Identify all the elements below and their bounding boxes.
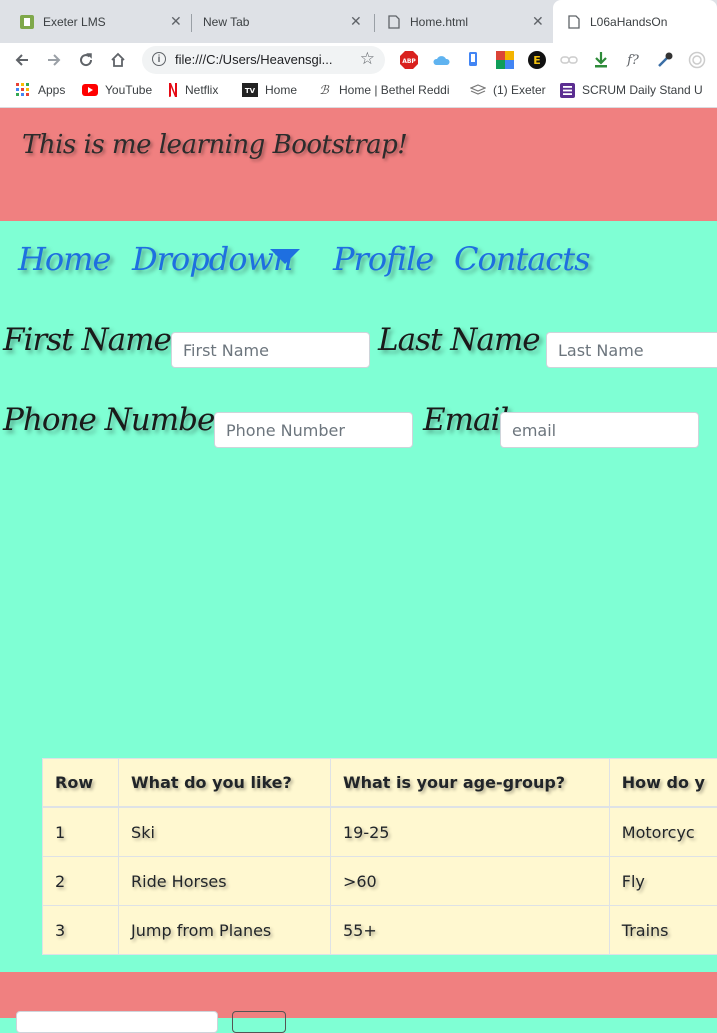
e-extension-icon[interactable]: E — [528, 51, 546, 69]
tab-exeter-lms[interactable]: Exeter LMS ✕ — [0, 0, 190, 43]
info-icon[interactable]: i — [152, 52, 166, 66]
forward-arrow-icon[interactable] — [42, 48, 66, 72]
adblock-icon[interactable]: ABP — [400, 51, 418, 69]
tab-title: L06aHandsOn — [590, 15, 667, 29]
table-cell: 1 — [43, 807, 119, 857]
list-icon — [559, 83, 575, 97]
tab-title: Home.html — [410, 15, 468, 29]
bethel-icon: ℬ — [316, 83, 332, 97]
bookmark-youtube[interactable]: YouTube — [82, 83, 152, 97]
column-header-travel: How do y — [609, 759, 717, 808]
target-extension-icon[interactable] — [688, 51, 706, 69]
phone-number-label: Phone Number — [3, 402, 228, 438]
page-header: This is me learning Bootstrap! — [0, 108, 717, 221]
tab-l06ahandson[interactable]: L06aHandsOn — [553, 0, 717, 43]
dropdown-caret-icon[interactable] — [270, 249, 300, 264]
table-cell: Fly — [609, 857, 717, 906]
svg-text:TV: TV — [245, 87, 256, 95]
document-icon — [387, 15, 401, 29]
page-footer — [0, 972, 717, 1018]
bookmark-label: YouTube — [105, 83, 152, 97]
bookmark-label: Netflix — [185, 83, 218, 97]
download-extension-icon[interactable] — [592, 51, 610, 69]
eyedropper-icon[interactable] — [656, 51, 674, 69]
exeter-favicon — [20, 15, 34, 29]
nav-contacts-link[interactable]: Contacts — [454, 240, 590, 278]
table-header-row: Row What do you like? What is your age-g… — [43, 759, 717, 808]
table-row: 1 Ski 19-25 Motorcyc — [43, 807, 717, 857]
column-header-row: Row — [43, 759, 119, 808]
bookmark-label: Home — [265, 83, 297, 97]
address-bar[interactable]: i file:///C:/Users/Heavensgi... ☆ — [142, 46, 385, 74]
apps-grid-icon — [15, 83, 31, 97]
bookmark-exeter[interactable]: (1) Exeter — [470, 83, 546, 97]
bookmark-netflix[interactable]: Netflix — [168, 83, 218, 97]
page-title: This is me learning Bootstrap! — [22, 130, 407, 160]
table-cell: >60 — [330, 857, 609, 906]
bookmark-label: Apps — [38, 83, 65, 97]
table-cell: Ski — [119, 807, 331, 857]
bookmark-label: SCRUM Daily Stand U — [582, 83, 703, 97]
close-icon[interactable]: ✕ — [532, 13, 544, 30]
email-input[interactable] — [500, 412, 699, 448]
youtube-icon — [82, 83, 98, 97]
font-finder-icon[interactable]: f? — [624, 51, 642, 69]
reload-icon[interactable] — [74, 48, 98, 72]
bookmark-apps[interactable]: Apps — [15, 83, 65, 97]
tab-home-html[interactable]: Home.html ✕ — [375, 0, 552, 43]
table-cell: Jump from Planes — [119, 906, 331, 955]
table-cell: 2 — [43, 857, 119, 906]
close-icon[interactable]: ✕ — [350, 13, 362, 30]
table-cell: Trains — [609, 906, 717, 955]
phone-extension-icon[interactable] — [464, 51, 482, 69]
color-grid-icon[interactable] — [496, 51, 514, 69]
survey-table: Row What do you like? What is your age-g… — [42, 758, 717, 955]
table-row: 3 Jump from Planes 55+ Trains — [43, 906, 717, 955]
table-cell: 3 — [43, 906, 119, 955]
bookmark-home[interactable]: TV Home — [242, 83, 297, 97]
stack-icon — [470, 83, 486, 97]
bookmark-label: Home | Bethel Reddi — [339, 83, 450, 97]
tab-new-tab[interactable]: New Tab ✕ — [192, 0, 374, 43]
bookmark-star-icon[interactable]: ☆ — [360, 49, 375, 69]
last-name-input[interactable] — [546, 332, 717, 368]
tv-icon: TV — [242, 83, 258, 97]
email-label: Email — [423, 402, 508, 438]
browser-toolbar: i file:///C:/Users/Heavensgi... ☆ ABP E … — [0, 43, 717, 76]
browser-tab-strip: Exeter LMS ✕ New Tab ✕ Home.html ✕ L06aH… — [0, 0, 717, 43]
nav-dropdown-link[interactable]: Dropdown — [132, 240, 292, 278]
table-cell: 19-25 — [330, 807, 609, 857]
tab-title: New Tab — [203, 15, 249, 29]
bookmark-label: (1) Exeter — [493, 83, 546, 97]
column-header-like: What do you like? — [119, 759, 331, 808]
footer-input[interactable] — [16, 1011, 218, 1033]
nav-profile-link[interactable]: Profile — [333, 240, 433, 278]
table-row: 2 Ride Horses >60 Fly — [43, 857, 717, 906]
nav-home-link[interactable]: Home — [18, 240, 110, 278]
table-cell: Ride Horses — [119, 857, 331, 906]
bookmarks-bar: Apps YouTube Netflix TV Home ℬ Home | Be… — [0, 76, 717, 108]
first-name-label: First Name — [3, 322, 171, 358]
first-name-input[interactable] — [171, 332, 370, 368]
back-arrow-icon[interactable] — [10, 48, 34, 72]
table-cell: 55+ — [330, 906, 609, 955]
document-icon — [567, 15, 581, 29]
phone-number-input[interactable] — [214, 412, 413, 448]
bookmark-bethel[interactable]: ℬ Home | Bethel Reddi — [316, 83, 450, 97]
last-name-label: Last Name — [378, 322, 540, 358]
close-icon[interactable]: ✕ — [170, 13, 182, 30]
link-extension-icon[interactable] — [560, 51, 578, 69]
svg-text:E: E — [533, 54, 541, 67]
tab-title: Exeter LMS — [43, 15, 106, 29]
column-header-age-group: What is your age-group? — [330, 759, 609, 808]
bookmark-scrum[interactable]: SCRUM Daily Stand U — [559, 83, 703, 97]
footer-button[interactable] — [232, 1011, 286, 1033]
address-text: file:///C:/Users/Heavensgi... — [175, 52, 333, 67]
cloud-icon[interactable] — [432, 51, 450, 69]
svg-text:ABP: ABP — [402, 58, 416, 65]
table-cell: Motorcyc — [609, 807, 717, 857]
netflix-icon — [168, 83, 178, 97]
home-icon[interactable] — [106, 48, 130, 72]
